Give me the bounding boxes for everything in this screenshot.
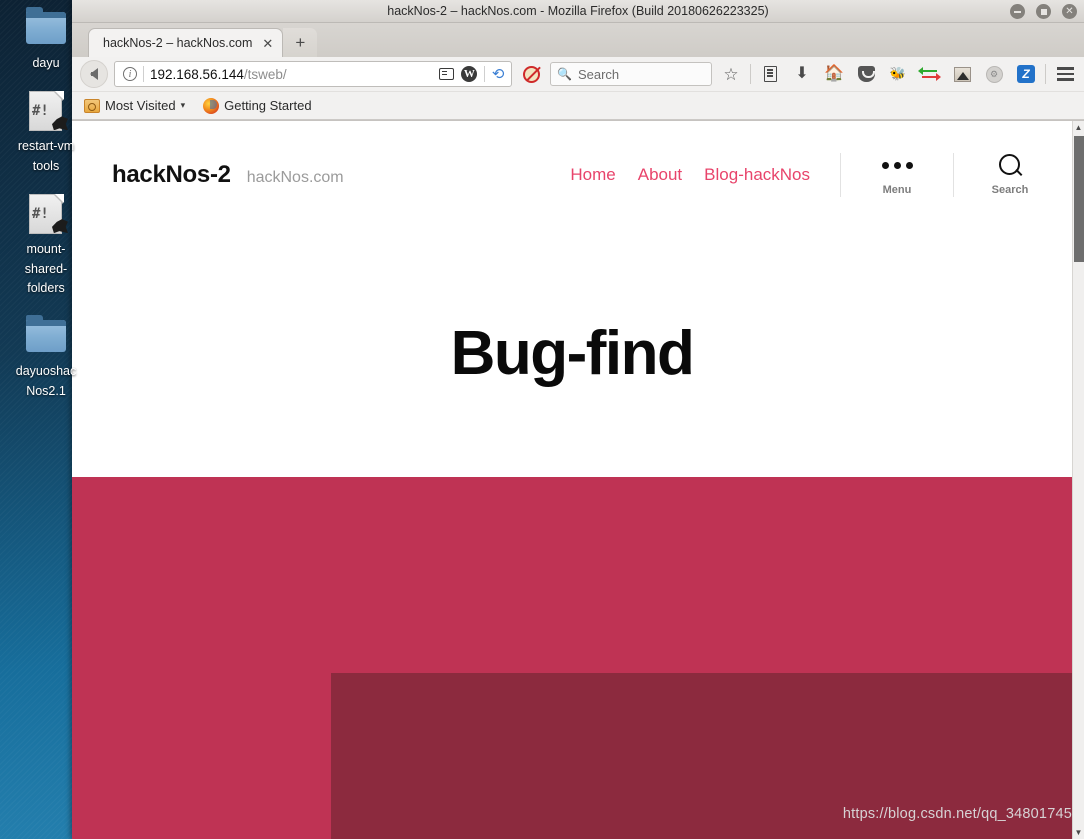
page-scrollbar[interactable]: ▲ ▼ [1072, 121, 1084, 839]
url-bar[interactable]: i 192.168.56.144/tsweb/ W ⟳ [114, 61, 512, 87]
bookmark-label: Most Visited [105, 98, 176, 113]
bug-icon[interactable]: 🐝 [885, 61, 911, 87]
desktop-icon-dayuoshacknos[interactable]: dayuoshac Nos2.1 [0, 314, 92, 401]
site-search-button[interactable]: Search [984, 154, 1036, 196]
search-input[interactable]: 🔍 Search [550, 62, 712, 86]
site-header: hackNos-2 hackNos.com Home About Blog-ha… [72, 121, 1072, 229]
site-info-icon[interactable]: i [123, 67, 137, 81]
scroll-up-button[interactable]: ▲ [1073, 121, 1084, 134]
hero-section: Bug-find [72, 229, 1072, 477]
page-title: Bug-find [450, 318, 695, 388]
folder-icon [23, 314, 69, 358]
addon-icon[interactable]: ⚙ [981, 61, 1007, 87]
download-icon[interactable]: ⬇ [789, 61, 815, 87]
url-path: /tsweb/ [243, 66, 287, 82]
minimize-button[interactable] [1010, 4, 1025, 19]
menu-caption: Menu [882, 184, 912, 196]
desktop-icon-dayu[interactable]: dayu [0, 6, 92, 73]
firefox-icon [203, 97, 220, 114]
chevron-down-icon: ▾ [180, 100, 186, 110]
tamper-data-icon[interactable] [917, 61, 943, 87]
desktop-icon-label: mount- shared- folders [24, 242, 68, 295]
search-placeholder: Search [577, 66, 620, 82]
desktop-icon-label: dayuoshac Nos2.1 [15, 364, 77, 398]
close-window-button[interactable]: ✕ [1062, 4, 1077, 19]
url-divider [484, 66, 486, 82]
zotero-icon[interactable]: Z [1013, 61, 1039, 87]
reload-icon[interactable]: ⟳ [492, 65, 505, 83]
menu-hamburger-icon[interactable] [1052, 61, 1078, 87]
window-titlebar: hackNos-2 – hackNos.com - Mozilla Firefo… [72, 0, 1084, 23]
header-divider [840, 153, 841, 197]
browser-tab[interactable]: hackNos-2 – hackNos.com ✕ [88, 28, 284, 57]
watermark-text: https://blog.csdn.net/qq_34801745 [842, 806, 1072, 822]
folder-icon [23, 6, 69, 50]
search-caption: Search [991, 184, 1029, 196]
scroll-down-button[interactable]: ▼ [1073, 826, 1084, 839]
firefox-window: hackNos-2 – hackNos.com - Mozilla Firefo… [72, 0, 1084, 839]
url-text: 192.168.56.144/tsweb/ [150, 67, 433, 82]
navigation-toolbar: i 192.168.56.144/tsweb/ W ⟳ 🔍 Search ☆ ⬇… [72, 57, 1084, 92]
site-logo[interactable]: hackNos-2 [112, 161, 231, 189]
reader-view-icon[interactable] [439, 68, 455, 80]
picture-icon[interactable] [949, 61, 975, 87]
bookmark-label: Getting Started [224, 98, 312, 113]
desktop-icon-mount-shared-folders[interactable]: #! mount- shared- folders [0, 192, 92, 298]
bookmarks-bar: Most Visited ▾ Getting Started [72, 92, 1084, 120]
search-icon: 🔍 [557, 67, 572, 81]
bookmark-star-icon[interactable]: ☆ [718, 61, 744, 87]
nav-link-about[interactable]: About [638, 165, 682, 185]
scrollbar-thumb[interactable] [1074, 136, 1084, 262]
web-page: hackNos-2 hackNos.com Home About Blog-ha… [72, 121, 1072, 839]
window-title: hackNos-2 – hackNos.com - Mozilla Firefo… [387, 4, 769, 18]
bookmark-most-visited[interactable]: Most Visited ▾ [84, 98, 185, 113]
site-tagline: hackNos.com [246, 169, 344, 186]
menu-button[interactable]: Menu [871, 154, 923, 196]
new-tab-button[interactable]: + [283, 28, 318, 57]
tab-title: hackNos-2 – hackNos.com [103, 36, 253, 50]
script-file-icon: #! [23, 192, 69, 236]
tab-strip: hackNos-2 – hackNos.com ✕ + [72, 23, 1084, 57]
desktop-icon-restart-vmtools[interactable]: #! restart-vm tools [0, 89, 92, 176]
desktop-icon-label: restart-vm tools [17, 139, 75, 173]
site-navigation: Home About Blog-hackNos Menu Search [548, 153, 1036, 197]
toolbar-divider [750, 64, 751, 84]
url-divider [143, 66, 144, 82]
noscript-icon[interactable] [518, 61, 544, 87]
crimson-band: https://blog.csdn.net/qq_34801745 [72, 477, 1072, 839]
pocket-icon[interactable] [853, 61, 879, 87]
reading-list-icon[interactable] [757, 61, 783, 87]
nav-link-home[interactable]: Home [570, 165, 615, 185]
toolbar-divider [1045, 64, 1046, 84]
bookmark-getting-started[interactable]: Getting Started [203, 97, 312, 114]
desktop-icon-list: dayu #! restart-vm tools #! mount- share… [0, 6, 92, 417]
desktop-icon-label: dayu [32, 56, 60, 70]
magnifier-icon [999, 154, 1021, 176]
home-icon[interactable]: 🏠 [821, 61, 847, 87]
url-host: 192.168.56.144 [150, 66, 244, 82]
wordpress-icon[interactable]: W [461, 66, 478, 82]
nav-link-blog-hacknos[interactable]: Blog-hackNos [704, 165, 810, 185]
maximize-button[interactable] [1036, 4, 1051, 19]
three-dots-icon [881, 154, 913, 176]
header-divider [953, 153, 954, 197]
window-buttons: ✕ [1010, 0, 1077, 23]
page-viewport: hackNos-2 hackNos.com Home About Blog-ha… [72, 120, 1084, 839]
brand: hackNos-2 hackNos.com [112, 161, 344, 189]
close-tab-icon[interactable]: ✕ [262, 37, 273, 50]
url-bar-icons: W ⟳ [439, 65, 507, 83]
script-file-icon: #! [23, 89, 69, 133]
desktop: dayu #! restart-vm tools #! mount- share… [0, 0, 1084, 839]
